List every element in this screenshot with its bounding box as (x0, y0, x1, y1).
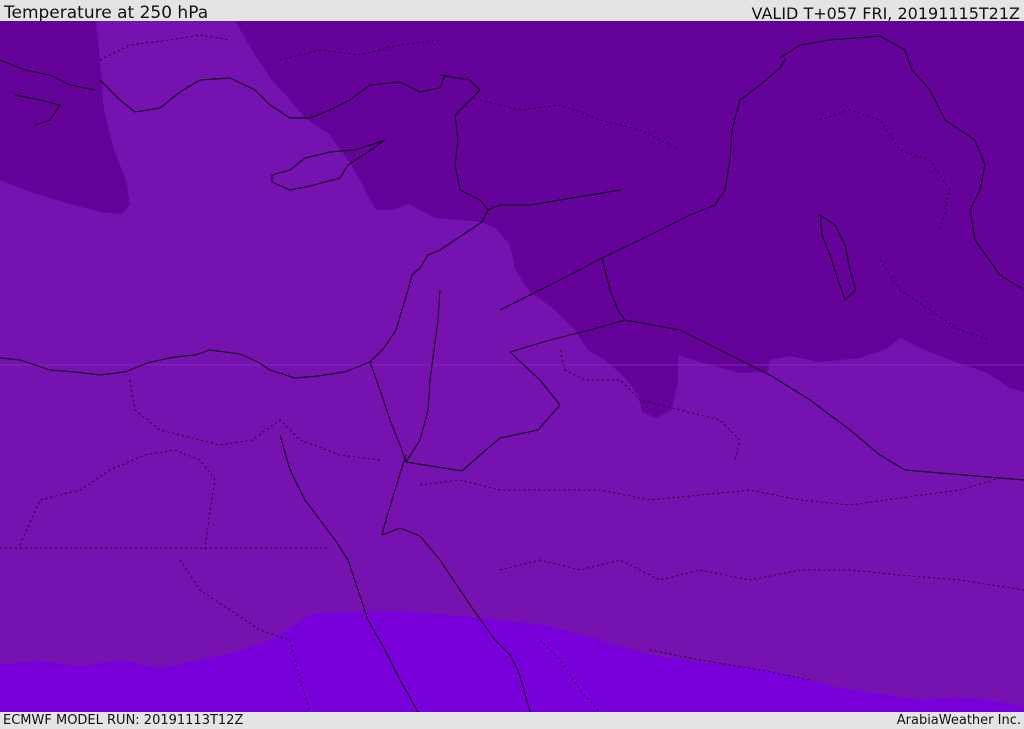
map-panel[interactable] (0, 21, 1024, 712)
model-run-label: ECMWF MODEL RUN: 20191113T12Z (3, 713, 244, 728)
temperature-map (0, 21, 1024, 712)
footer-bar: ECMWF MODEL RUN: 20191113T12Z ArabiaWeat… (0, 712, 1024, 729)
map-title: Temperature at 250 hPa (4, 3, 209, 23)
credit-label: ArabiaWeather Inc. (896, 713, 1021, 728)
header-bar: Temperature at 250 hPa VALID T+057 FRI, … (0, 0, 1024, 23)
